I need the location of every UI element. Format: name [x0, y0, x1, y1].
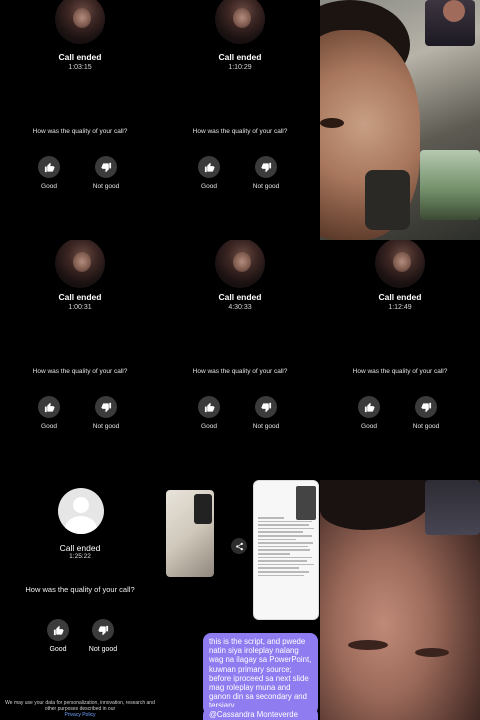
call-status-title: Call ended	[378, 292, 422, 302]
thumbs-down-icon	[260, 402, 271, 412]
thumbs-up-button[interactable]	[38, 156, 60, 178]
photo-inset	[194, 494, 212, 524]
thumbs-up-button[interactable]	[198, 156, 220, 178]
shared-photo-thumbnail[interactable]	[166, 490, 214, 577]
call-duration: 4:30:33	[228, 304, 252, 311]
self-view-thumbnail[interactable]	[425, 0, 475, 46]
call-duration: 1:12:49	[388, 304, 412, 311]
thumbs-down-button[interactable]	[255, 396, 277, 418]
avatar	[55, 240, 105, 288]
video-car-seat	[365, 170, 410, 230]
thumbs-up-icon	[204, 162, 215, 172]
good-label: Good	[361, 423, 377, 430]
call-duration: 1:25:22	[69, 553, 91, 560]
quality-question: How was the quality of your call?	[32, 368, 128, 375]
thumbs-down-icon	[100, 402, 111, 412]
good-label: Good	[49, 646, 67, 653]
quality-question: How was the quality of your call?	[192, 128, 288, 135]
thumbs-down-button[interactable]	[95, 396, 117, 418]
call-duration: 1:03:15	[68, 64, 92, 71]
call-ended-card: Call ended 1:12:49 How was the quality o…	[320, 240, 480, 480]
thumbs-down-button[interactable]	[92, 619, 114, 641]
call-ended-card: Call ended 1:00:31 How was the quality o…	[0, 240, 160, 480]
not-good-label: Not good	[252, 423, 280, 430]
not-good-label: Not good	[252, 183, 280, 190]
share-icon	[235, 542, 243, 550]
good-label: Good	[201, 423, 217, 430]
default-avatar-icon	[58, 488, 104, 534]
call-status-title: Call ended	[218, 292, 262, 302]
self-view-thumbnail[interactable]	[425, 480, 480, 535]
thumbs-down-button[interactable]	[415, 396, 437, 418]
call-status-title: Call ended	[58, 292, 102, 302]
thumbs-up-button[interactable]	[47, 619, 69, 641]
thumbs-up-icon	[44, 162, 55, 172]
quality-question: How was the quality of your call?	[25, 585, 135, 594]
good-label: Good	[41, 183, 57, 190]
thumbs-up-icon	[204, 402, 215, 412]
chat-message-bubble[interactable]: this is the script, and pwede natin siya…	[203, 633, 318, 715]
thumbs-down-icon	[420, 402, 431, 412]
thumbs-up-icon	[364, 402, 375, 412]
avatar	[375, 240, 425, 288]
video-eye	[348, 640, 388, 650]
thumbs-down-button[interactable]	[95, 156, 117, 178]
quality-question: How was the quality of your call?	[192, 368, 288, 375]
call-duration: 1:10:29	[228, 64, 252, 71]
disclaimer-text: We may use your data for personalization…	[5, 700, 155, 712]
video-car-window	[420, 150, 480, 220]
call-status-title: Call ended	[218, 52, 262, 62]
thumbs-up-button[interactable]	[198, 396, 220, 418]
shared-document-screenshot[interactable]	[253, 480, 319, 620]
good-label: Good	[201, 183, 217, 190]
thumbs-down-icon	[97, 625, 108, 635]
share-button[interactable]	[231, 538, 247, 554]
thumbs-up-button[interactable]	[358, 396, 380, 418]
thumbs-up-button[interactable]	[38, 396, 60, 418]
thumbs-up-icon	[53, 625, 64, 635]
thumbs-up-icon	[44, 402, 55, 412]
video-eye	[320, 118, 344, 128]
call-status-title: Call ended	[58, 52, 102, 62]
call-ended-card: Call ended 1:03:15 How was the quality o…	[0, 0, 160, 240]
document-photo	[296, 486, 316, 520]
thumbs-down-button[interactable]	[255, 156, 277, 178]
not-good-label: Not good	[92, 423, 120, 430]
privacy-disclaimer: We may use your data for personalization…	[0, 700, 160, 718]
avatar	[55, 0, 105, 44]
mention-bubble[interactable]: @Cassandra Monteverde	[203, 707, 318, 720]
video-eye	[415, 648, 449, 657]
not-good-label: Not good	[92, 183, 120, 190]
quality-question: How was the quality of your call?	[32, 128, 128, 135]
call-duration: 1:00:31	[68, 304, 92, 311]
not-good-label: Not good	[412, 423, 440, 430]
avatar	[215, 0, 265, 44]
quality-question: How was the quality of your call?	[352, 368, 448, 375]
not-good-label: Not good	[88, 646, 118, 653]
call-ended-card: Call ended 1:10:29 How was the quality o…	[160, 0, 320, 240]
call-status-title: Call ended	[59, 543, 101, 553]
privacy-policy-link[interactable]: Privacy Policy	[64, 712, 95, 718]
thumbs-down-icon	[100, 162, 111, 172]
call-ended-card: Call ended 4:30:33 How was the quality o…	[160, 240, 320, 480]
avatar	[215, 240, 265, 288]
thumbs-down-icon	[260, 162, 271, 172]
good-label: Good	[41, 423, 57, 430]
